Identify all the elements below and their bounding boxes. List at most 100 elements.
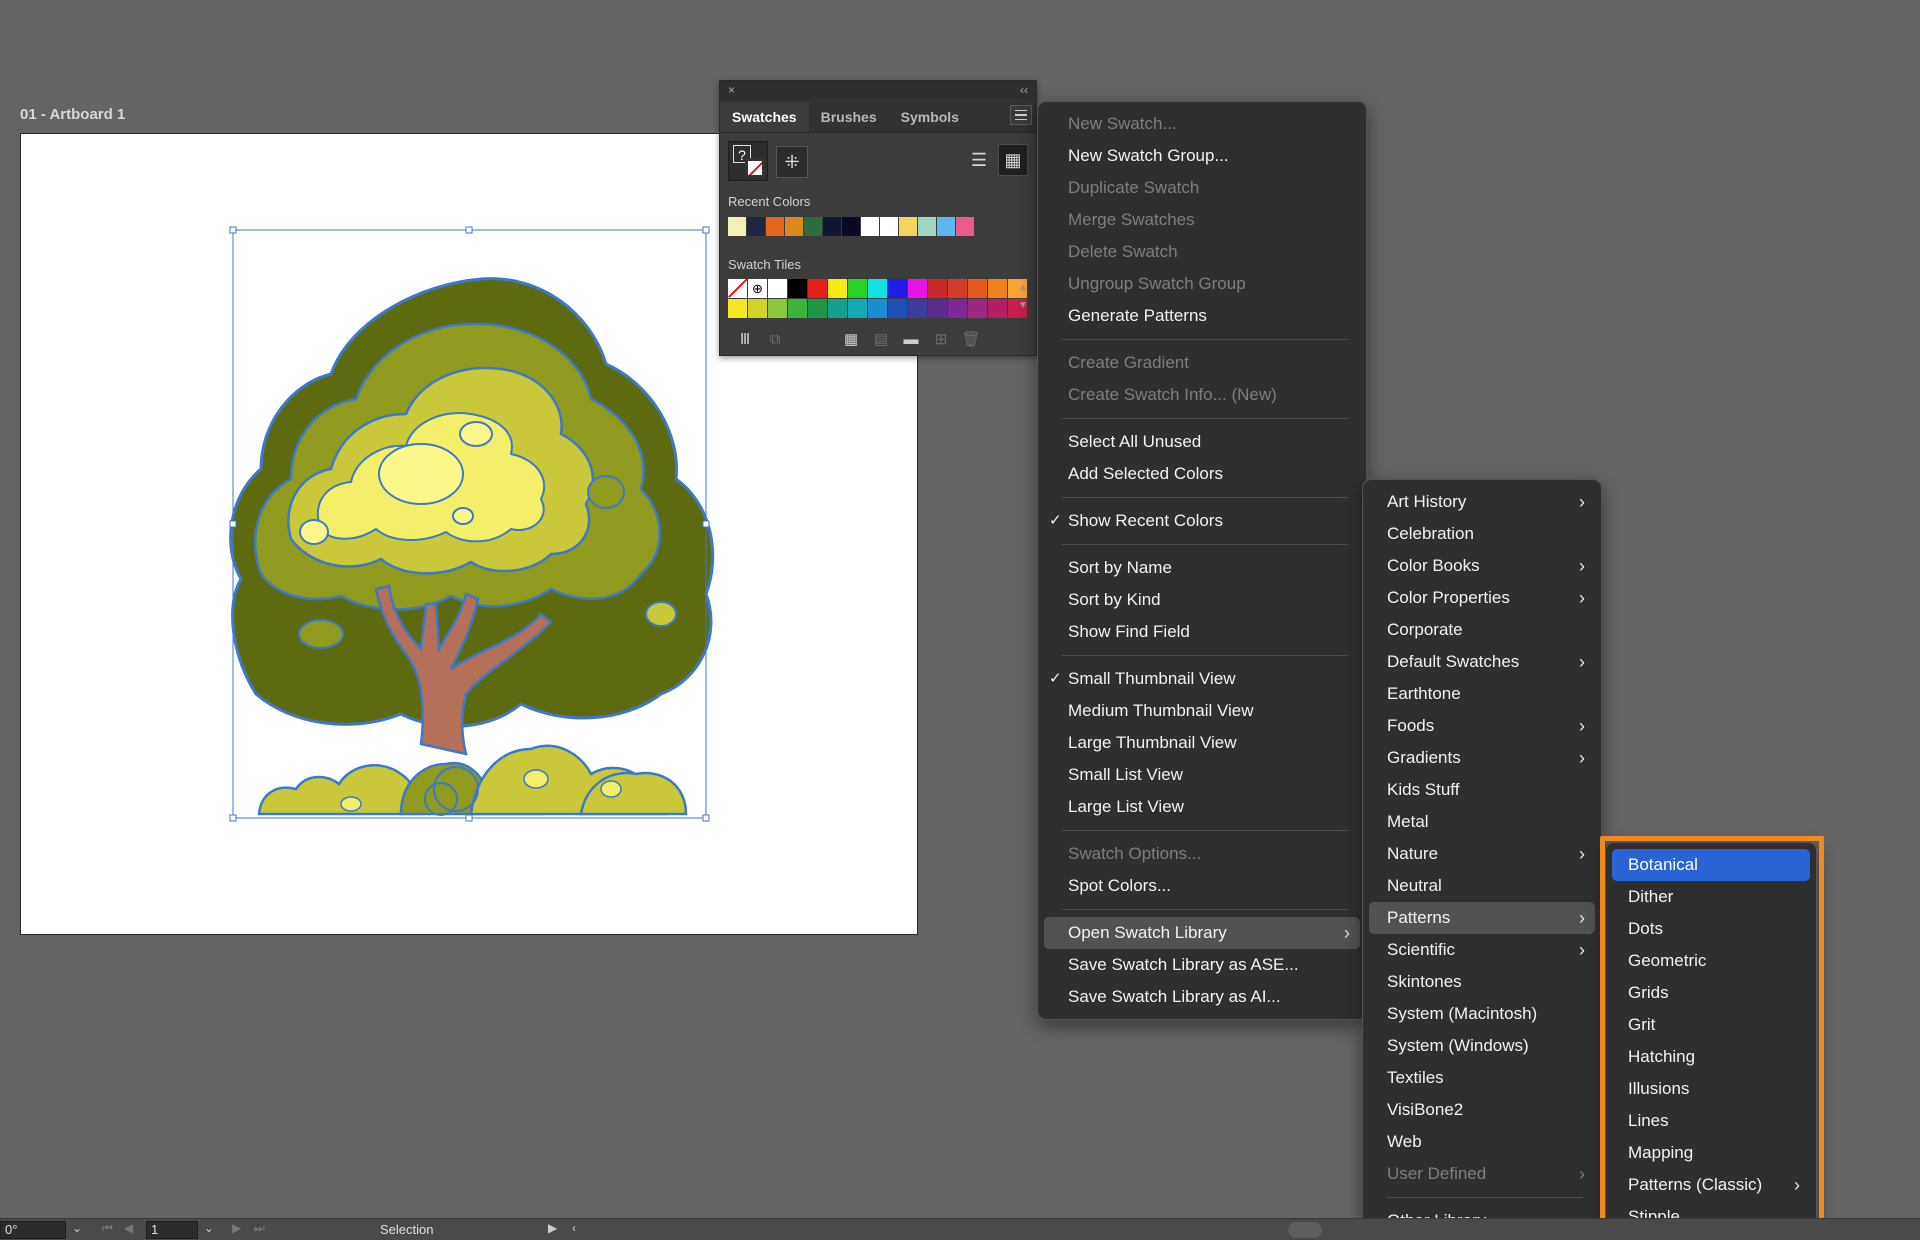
library-item-metal[interactable]: Metal (1369, 806, 1595, 838)
color-swatch[interactable] (968, 299, 987, 318)
color-swatch[interactable] (748, 299, 767, 318)
library-item-system-windows[interactable]: System (Windows) (1369, 1030, 1595, 1062)
list-view-icon[interactable]: ☰ (964, 144, 994, 176)
last-artboard-icon[interactable]: ⏭ (254, 1221, 265, 1236)
recent-color-swatch[interactable] (956, 217, 975, 236)
rotation-dropdown-icon[interactable]: ⌄ (72, 1221, 82, 1235)
color-swatch[interactable] (768, 279, 787, 298)
color-swatch[interactable] (948, 299, 967, 318)
color-swatch[interactable] (868, 299, 887, 318)
recent-color-swatch[interactable] (804, 217, 823, 236)
menu-item-new-swatch-group[interactable]: New Swatch Group... (1044, 140, 1360, 172)
scroll-left-icon[interactable]: ‹ (572, 1221, 576, 1235)
library-item-color-books[interactable]: Color Books › (1369, 550, 1595, 582)
library-icon[interactable]: Ⅲ (730, 330, 760, 348)
color-swatch[interactable] (848, 299, 867, 318)
pattern-item-mapping[interactable]: Mapping (1612, 1137, 1810, 1169)
menu-item-medium-thumbnail-view[interactable]: Medium Thumbnail View (1044, 695, 1360, 727)
recent-color-swatch[interactable] (728, 217, 747, 236)
pattern-item-illusions[interactable]: Illusions (1612, 1073, 1810, 1105)
library-item-nature[interactable]: Nature › (1369, 838, 1595, 870)
pattern-item-grit[interactable]: Grit (1612, 1009, 1810, 1041)
tab-symbols[interactable]: Symbols (889, 102, 971, 132)
library-item-corporate[interactable]: Corporate (1369, 614, 1595, 646)
color-swatch[interactable] (868, 279, 887, 298)
none-swatch[interactable] (728, 279, 747, 298)
registration-swatch[interactable]: ⁜ (776, 146, 808, 178)
menu-item-large-list-view[interactable]: Large List View (1044, 791, 1360, 823)
recent-color-swatch[interactable] (861, 217, 880, 236)
menu-item-save-swatch-library-as-ai[interactable]: Save Swatch Library as AI... (1044, 981, 1360, 1013)
library-item-web[interactable]: Web (1369, 1126, 1595, 1158)
pattern-item-lines[interactable]: Lines (1612, 1105, 1810, 1137)
library-item-system-macintosh[interactable]: System (Macintosh) (1369, 998, 1595, 1030)
menu-item-open-swatch-library[interactable]: Open Swatch Library › (1044, 917, 1360, 949)
menu-item-generate-patterns[interactable]: Generate Patterns (1044, 300, 1360, 332)
recent-color-swatch[interactable] (918, 217, 937, 236)
color-swatch[interactable] (808, 299, 827, 318)
color-swatch[interactable] (948, 279, 967, 298)
stroke-none-swatch[interactable] (745, 158, 765, 178)
color-swatch[interactable] (908, 279, 927, 298)
library-item-skintones[interactable]: Skintones (1369, 966, 1595, 998)
pattern-item-botanical[interactable]: Botanical (1612, 849, 1810, 881)
menu-item-small-thumbnail-view[interactable]: ✓ Small Thumbnail View (1044, 663, 1360, 695)
next-artboard-icon[interactable]: ▶ (232, 1221, 241, 1235)
recent-color-swatch[interactable] (937, 217, 956, 236)
color-swatch[interactable] (768, 299, 787, 318)
recent-color-swatch[interactable] (785, 217, 804, 236)
menu-item-large-thumbnail-view[interactable]: Large Thumbnail View (1044, 727, 1360, 759)
menu-item-save-swatch-library-as-ase[interactable]: Save Swatch Library as ASE... (1044, 949, 1360, 981)
library-item-patterns[interactable]: Patterns › (1369, 902, 1595, 934)
menu-item-add-selected-colors[interactable]: Add Selected Colors (1044, 458, 1360, 490)
status-menu-icon[interactable]: ▶ (548, 1221, 557, 1235)
pattern-item-patterns-classic[interactable]: Patterns (Classic) › (1612, 1169, 1810, 1201)
color-swatch[interactable] (988, 299, 1007, 318)
pattern-item-hatching[interactable]: Hatching (1612, 1041, 1810, 1073)
fill-stroke-indicator[interactable]: ? (728, 141, 768, 181)
pattern-item-dots[interactable]: Dots (1612, 913, 1810, 945)
menu-item-sort-by-name[interactable]: Sort by Name (1044, 552, 1360, 584)
recent-color-swatch[interactable] (747, 217, 766, 236)
artboard-number-field[interactable]: 1 (146, 1221, 198, 1239)
library-item-art-history[interactable]: Art History › (1369, 486, 1595, 518)
recent-color-swatch[interactable] (823, 217, 842, 236)
prev-artboard-icon[interactable]: ◀ (124, 1221, 133, 1235)
recent-color-swatch[interactable] (766, 217, 785, 236)
library-item-textiles[interactable]: Textiles (1369, 1062, 1595, 1094)
artboard-dropdown-icon[interactable]: ⌄ (204, 1221, 214, 1235)
horizontal-scroll-thumb[interactable] (1288, 1222, 1322, 1238)
library-item-foods[interactable]: Foods › (1369, 710, 1595, 742)
color-swatch[interactable] (888, 299, 907, 318)
color-swatch[interactable] (928, 299, 947, 318)
library-item-default-swatches[interactable]: Default Swatches › (1369, 646, 1595, 678)
menu-item-small-list-view[interactable]: Small List View (1044, 759, 1360, 791)
menu-item-select-all-unused[interactable]: Select All Unused (1044, 426, 1360, 458)
library-item-color-properties[interactable]: Color Properties › (1369, 582, 1595, 614)
color-swatch[interactable] (968, 279, 987, 298)
color-swatch[interactable] (848, 279, 867, 298)
new-swatch-icon[interactable]: ⊞ (926, 330, 956, 348)
color-swatch[interactable] (788, 299, 807, 318)
library-item-earthtone[interactable]: Earthtone (1369, 678, 1595, 710)
group-icon[interactable]: ▤ (866, 330, 896, 348)
trash-icon[interactable]: 🗑 (956, 330, 986, 348)
tab-swatches[interactable]: Swatches (720, 102, 809, 132)
color-swatch[interactable] (808, 279, 827, 298)
recent-color-swatch[interactable] (880, 217, 899, 236)
library-item-visibone2[interactable]: VisiBone2 (1369, 1094, 1595, 1126)
library-item-gradients[interactable]: Gradients › (1369, 742, 1595, 774)
swatch-scrollbar[interactable]: ▲ ▼ (1016, 279, 1030, 319)
pattern-item-geometric[interactable]: Geometric (1612, 945, 1810, 977)
color-swatch[interactable] (928, 279, 947, 298)
menu-item-sort-by-kind[interactable]: Sort by Kind (1044, 584, 1360, 616)
color-swatch[interactable] (888, 279, 907, 298)
color-swatch[interactable] (828, 299, 847, 318)
tab-brushes[interactable]: Brushes (809, 102, 889, 132)
rotation-field[interactable]: 0° (0, 1221, 66, 1239)
color-swatch[interactable] (908, 299, 927, 318)
color-swatch[interactable] (728, 299, 747, 318)
grid-view-icon[interactable]: ▦ (998, 144, 1028, 176)
swatch-kind-icon[interactable]: ⧉ (760, 331, 790, 348)
menu-item-spot-colors[interactable]: Spot Colors... (1044, 870, 1360, 902)
